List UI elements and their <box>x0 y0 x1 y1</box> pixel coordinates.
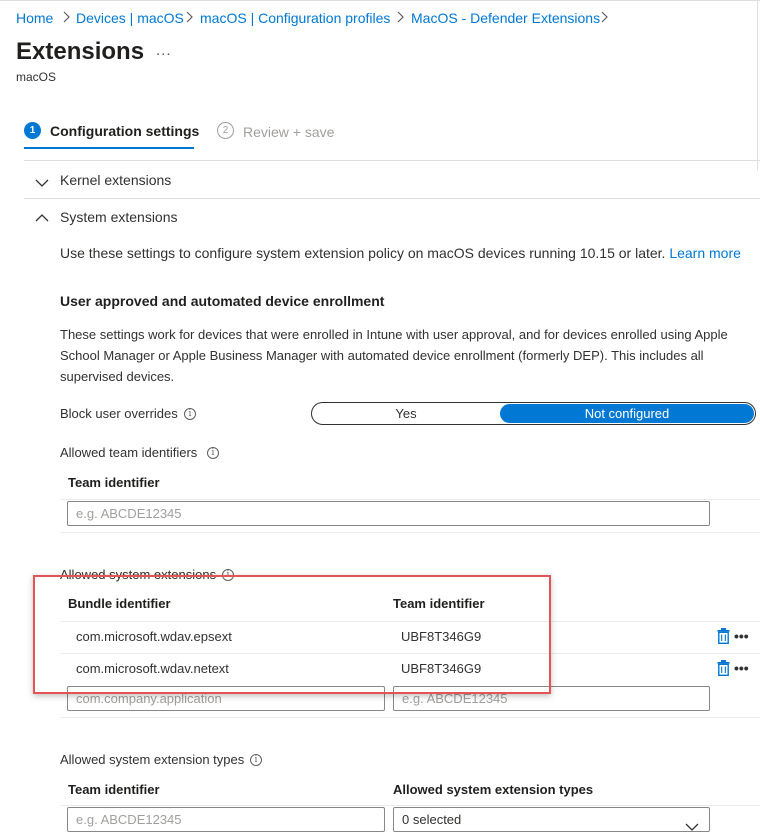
description-text: Use these settings to configure system e… <box>60 245 666 261</box>
block-user-overrides-toggle[interactable]: Yes Not configured <box>311 402 756 425</box>
column-header-team-identifier: Team identifier <box>68 782 160 797</box>
step-2-number: 2 <box>217 122 234 139</box>
info-icon[interactable]: i <box>184 408 196 420</box>
breadcrumb-home[interactable]: Home <box>16 10 53 26</box>
delete-icon[interactable] <box>717 660 730 677</box>
column-header-allowed-extension-types: Allowed system extension types <box>393 782 594 797</box>
divider <box>24 198 760 199</box>
breadcrumb-configuration-profiles[interactable]: macOS | Configuration profiles <box>200 10 390 26</box>
row-more-actions[interactable]: ••• <box>734 660 749 676</box>
divider <box>757 0 758 170</box>
divider <box>24 160 760 161</box>
breadcrumb-defender-extensions[interactable]: MacOS - Defender Extensions <box>411 10 600 26</box>
chevron-down-icon <box>685 816 699 831</box>
tab-review-save[interactable]: Review + save <box>243 124 334 140</box>
system-extensions-label: System extensions <box>60 209 178 225</box>
delete-icon[interactable] <box>717 628 730 645</box>
kernel-extensions-label: Kernel extensions <box>60 172 172 188</box>
extension-types-dropdown[interactable]: 0 selected <box>393 807 710 832</box>
column-header-team-identifier: Team identifier <box>68 475 160 490</box>
page-title: Extensions <box>16 38 145 65</box>
learn-more-link[interactable]: Learn more <box>669 245 741 261</box>
toggle-option-not-configured[interactable]: Not configured <box>500 404 754 423</box>
active-tab-indicator <box>24 147 194 149</box>
system-extensions-description: Use these settings to configure system e… <box>60 245 741 261</box>
row-more-actions[interactable]: ••• <box>734 628 749 644</box>
divider <box>60 717 760 718</box>
step-1-number: 1 <box>24 122 41 139</box>
team-identifier-input[interactable]: e.g. ABCDE12345 <box>67 501 710 526</box>
toggle-option-yes[interactable]: Yes <box>312 403 500 424</box>
info-icon[interactable]: i <box>250 754 262 766</box>
page-subtitle: macOS <box>16 70 57 84</box>
enrollment-heading: User approved and automated device enrol… <box>60 293 385 309</box>
divider <box>60 499 760 500</box>
dropdown-value: 0 selected <box>402 812 462 827</box>
top-border <box>0 0 760 1</box>
chevron-right-icon <box>62 11 70 23</box>
allowed-extension-types-label: Allowed system extension types <box>60 752 245 767</box>
tab-configuration-settings[interactable]: Configuration settings <box>50 123 199 139</box>
more-options-button[interactable]: ... <box>156 42 172 59</box>
chevron-right-icon <box>185 11 193 23</box>
team-identifier-input[interactable]: e.g. ABCDE12345 <box>67 807 385 832</box>
chevron-right-icon <box>396 11 404 23</box>
divider <box>60 805 760 806</box>
chevron-up-icon <box>35 211 49 222</box>
chevron-right-icon <box>600 11 608 23</box>
allowed-team-identifiers-label: Allowed team identifiers <box>60 445 198 460</box>
block-user-overrides-label: Block user overrides <box>60 406 178 421</box>
divider <box>60 532 760 533</box>
chevron-down-icon <box>35 176 49 187</box>
highlight-box <box>33 575 551 694</box>
info-icon[interactable]: i <box>207 447 219 459</box>
breadcrumb-devices-macos[interactable]: Devices | macOS <box>76 10 184 26</box>
enrollment-description: These settings work for devices that wer… <box>60 327 728 384</box>
